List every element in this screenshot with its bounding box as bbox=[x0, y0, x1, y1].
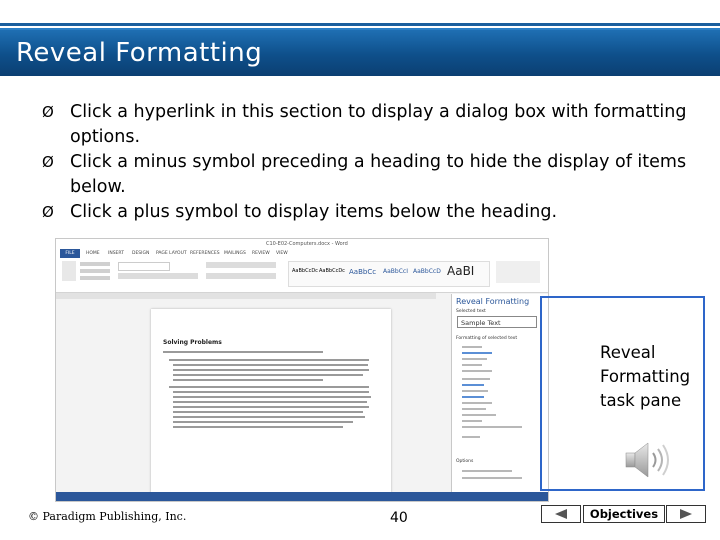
word-screenshot: C10-E02-Computers.docx - Word FILE HOME … bbox=[55, 238, 549, 502]
pane-item bbox=[462, 420, 482, 422]
document-page[interactable]: Solving Problems bbox=[151, 309, 391, 494]
file-tab[interactable]: FILE bbox=[60, 249, 80, 258]
bullet-text: Click a minus symbol preceding a heading… bbox=[70, 152, 687, 197]
ribbon-tab[interactable]: REVIEW bbox=[252, 251, 270, 256]
next-arrow-icon bbox=[680, 509, 692, 519]
text-line bbox=[169, 386, 369, 388]
speaker-icon[interactable] bbox=[624, 440, 674, 480]
style-heading1[interactable]: AaBbCc bbox=[349, 268, 376, 276]
previous-arrow-icon bbox=[555, 509, 567, 519]
text-line bbox=[173, 391, 369, 393]
top-rule bbox=[0, 23, 720, 26]
text-line bbox=[173, 379, 323, 381]
bullet-item: Ø Click a hyperlink in this section to d… bbox=[42, 100, 692, 150]
text-line bbox=[173, 426, 343, 428]
title-bar: Reveal Formatting bbox=[0, 28, 720, 76]
pane-item bbox=[462, 358, 487, 360]
font-name-select[interactable] bbox=[118, 262, 170, 271]
styles-gallery[interactable]: AaBbCcDc AaBbCcDc AaBbCc AaBbCcI AaBbCcD… bbox=[288, 261, 490, 287]
bullet-arrow-icon: Ø bbox=[42, 203, 54, 221]
paste-icon[interactable] bbox=[62, 261, 76, 281]
options-label: Options bbox=[456, 459, 474, 464]
word-status-bar bbox=[56, 492, 548, 501]
text-line bbox=[173, 374, 363, 376]
ribbon-tab[interactable]: REFERENCES bbox=[190, 251, 220, 256]
next-slide-button[interactable] bbox=[666, 505, 706, 523]
text-line bbox=[173, 369, 369, 371]
copy-icon[interactable] bbox=[80, 269, 110, 273]
text-line bbox=[173, 401, 367, 403]
style-no-spacing[interactable]: AaBbCcDc bbox=[319, 268, 345, 274]
pane-item bbox=[462, 426, 522, 428]
previous-slide-button[interactable] bbox=[541, 505, 581, 523]
bullet-arrow-icon: Ø bbox=[42, 153, 54, 171]
pane-item bbox=[462, 408, 486, 410]
distinguish-style-checkbox[interactable] bbox=[462, 470, 512, 472]
ribbon-tab[interactable]: PAGE LAYOUT bbox=[156, 251, 187, 256]
ribbon-tab[interactable]: VIEW bbox=[276, 251, 288, 256]
paragraph-section[interactable] bbox=[462, 378, 490, 380]
paragraph-link[interactable] bbox=[462, 384, 484, 386]
ribbon-tab[interactable]: MAILINGS bbox=[224, 251, 246, 256]
callout-label: Reveal Formatting task pane bbox=[600, 343, 691, 410]
pane-item bbox=[462, 402, 492, 404]
paragraph-buttons[interactable] bbox=[206, 262, 276, 268]
bullet-text: Click a hyperlink in this section to dis… bbox=[70, 102, 687, 147]
sample-text-box[interactable]: Sample Text bbox=[457, 316, 537, 328]
ribbon: AaBbCcDc AaBbCcDc AaBbCc AaBbCcI AaBbCcD… bbox=[56, 258, 548, 293]
text-line bbox=[163, 351, 323, 353]
font-format-buttons[interactable] bbox=[118, 273, 198, 279]
text-line bbox=[173, 396, 371, 398]
pane-item bbox=[462, 370, 492, 372]
pane-item bbox=[462, 414, 496, 416]
slide-title: Reveal Formatting bbox=[16, 38, 263, 68]
document-heading: Solving Problems bbox=[163, 339, 222, 346]
text-line bbox=[173, 406, 369, 408]
pane-item bbox=[462, 364, 482, 366]
style-title[interactable]: AaBI bbox=[447, 264, 474, 278]
cut-icon[interactable] bbox=[80, 262, 110, 266]
bullet-arrow-icon: Ø bbox=[42, 103, 54, 121]
text-line bbox=[173, 411, 363, 413]
page-number: 40 bbox=[390, 510, 408, 526]
bullet-item: Ø Click a minus symbol preceding a headi… bbox=[42, 150, 692, 200]
word-window-title: C10-E02-Computers.docx - Word bbox=[266, 241, 348, 247]
font-link[interactable] bbox=[462, 352, 492, 354]
ribbon-tab[interactable]: INSERT bbox=[108, 251, 124, 256]
bullet-list: Ø Click a hyperlink in this section to d… bbox=[42, 100, 692, 225]
selected-text-label: Selected text bbox=[456, 309, 486, 314]
style-normal[interactable]: AaBbCcDc bbox=[292, 268, 318, 274]
objectives-button[interactable]: Objectives bbox=[583, 505, 665, 523]
ribbon-tabs: FILE HOME INSERT DESIGN PAGE LAYOUT REFE… bbox=[56, 249, 548, 258]
formatting-label: Formatting of selected text bbox=[456, 336, 518, 341]
style-heading3[interactable]: AaBbCcD bbox=[413, 268, 441, 275]
section-section[interactable] bbox=[462, 436, 480, 438]
copyright-text: © Paradigm Publishing, Inc. bbox=[28, 510, 187, 523]
bullet-text: Click a plus symbol to display items bel… bbox=[70, 202, 558, 222]
show-all-formatting-checkbox[interactable] bbox=[462, 477, 522, 479]
bullet-item: Ø Click a plus symbol to display items b… bbox=[42, 200, 692, 225]
reveal-formatting-pane: Reveal Formatting Selected text Sample T… bbox=[451, 294, 548, 492]
ruler bbox=[56, 293, 436, 299]
indent-link[interactable] bbox=[462, 396, 484, 398]
text-line bbox=[169, 359, 369, 361]
pane-title: Reveal Formatting bbox=[456, 297, 530, 306]
pane-item bbox=[462, 390, 488, 392]
alignment-buttons[interactable] bbox=[206, 273, 276, 279]
font-section[interactable] bbox=[462, 346, 482, 348]
editing-group[interactable] bbox=[496, 261, 540, 283]
ribbon-tab[interactable]: HOME bbox=[86, 251, 100, 256]
ribbon-tab[interactable]: DESIGN bbox=[132, 251, 149, 256]
word-title-bar: C10-E02-Computers.docx - Word bbox=[56, 239, 548, 249]
format-painter-icon[interactable] bbox=[80, 276, 110, 280]
text-line bbox=[173, 416, 365, 418]
text-line bbox=[173, 421, 353, 423]
style-heading2[interactable]: AaBbCcI bbox=[383, 268, 408, 275]
text-line bbox=[173, 364, 368, 366]
